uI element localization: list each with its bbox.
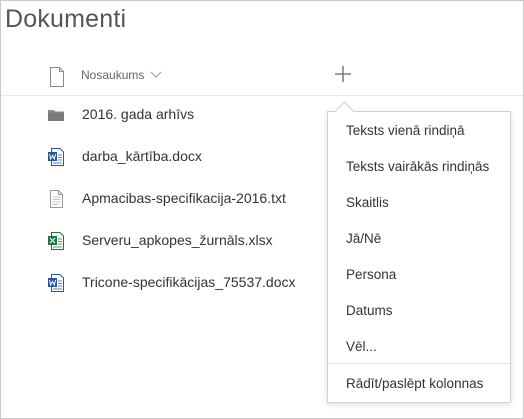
menu-item-multi-line-text[interactable]: Teksts vairākās rindiņās [346, 159, 489, 174]
folder-icon [48, 110, 64, 121]
add-column-menu: Teksts vienā rindiņā Teksts vairākās rin… [327, 111, 511, 403]
menu-item-yes-no[interactable]: Jā/Nē [346, 231, 381, 246]
document-library: Dokumenti Nosaukums 2016. gada arhīvs da… [0, 0, 524, 419]
menu-item-single-line-text[interactable]: Teksts vienā rindiņā [346, 123, 465, 138]
file-name[interactable]: 2016. gada arhīvs [82, 106, 194, 122]
menu-item-more[interactable]: Vēl... [346, 339, 377, 354]
add-column-button[interactable] [334, 65, 352, 83]
text-file-icon [50, 190, 63, 208]
word-icon [48, 148, 64, 166]
menu-item-show-hide-columns[interactable]: Rādīt/paslēpt kolonnas [346, 376, 483, 391]
menu-item-person[interactable]: Persona [346, 267, 396, 282]
name-column-header[interactable]: Nosaukums [81, 68, 144, 82]
file-name[interactable]: Tricone-specifikācijas_75537.docx [82, 274, 295, 290]
file-name[interactable]: Serveru_apkopes_žurnāls.xlsx [82, 232, 273, 248]
menu-divider [328, 363, 510, 364]
menu-item-number[interactable]: Skaitlis [346, 195, 389, 210]
menu-item-date[interactable]: Datums [346, 303, 393, 318]
chevron-down-icon[interactable] [150, 70, 162, 80]
excel-icon [48, 232, 64, 250]
list-header: Nosaukums [1, 57, 523, 96]
file-name[interactable]: Apmacibas-specifikacija-2016.txt [82, 190, 286, 206]
file-type-icon [50, 67, 64, 87]
file-name[interactable]: darba_kārtība.docx [82, 148, 202, 164]
page-title: Dokumenti [5, 5, 127, 33]
word-icon [48, 274, 64, 292]
